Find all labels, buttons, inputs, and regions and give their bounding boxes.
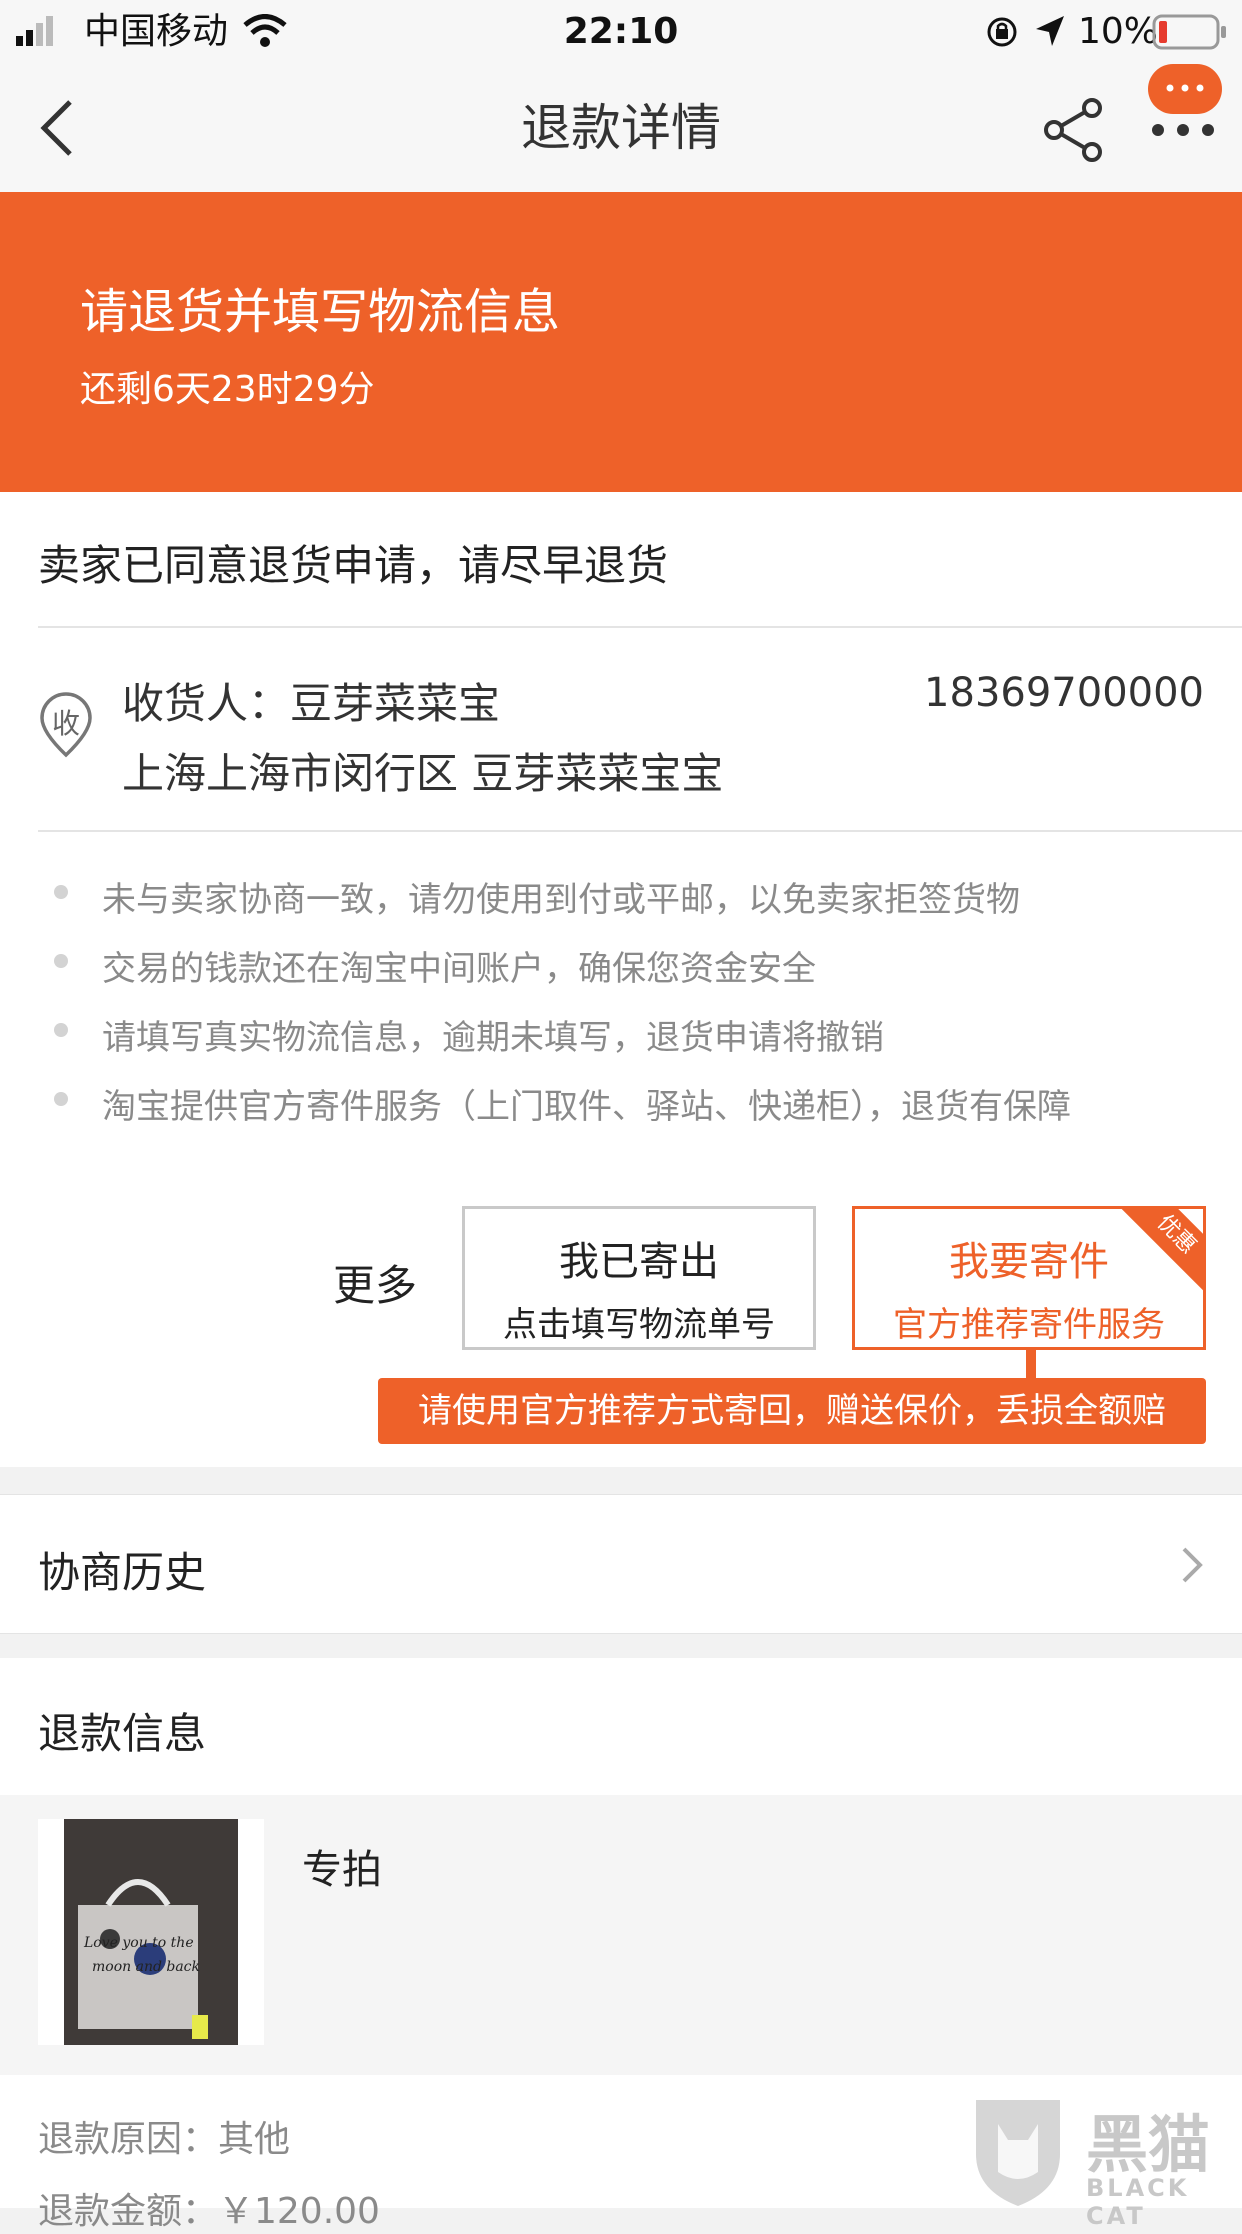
bullet-dot <box>54 885 68 899</box>
watermark-brand-cn: 黑猫 <box>1086 2108 1211 2181</box>
receiver-phone: 18369700000 <box>924 670 1204 716</box>
battery-icon <box>1152 14 1226 50</box>
receiver-name: 收货人：豆芽菜菜宝 <box>122 679 501 728</box>
send-package-subtitle: 官方推荐寄件服务 <box>893 1305 1165 1345</box>
rotation-lock-icon <box>987 17 1017 47</box>
location-arrow-icon <box>1036 16 1064 46</box>
negotiation-history-row[interactable]: 协商历史 <box>0 1494 1242 1634</box>
tip-item: 交易的钱款还在淘宝中间账户，确保您资金安全 <box>102 949 816 989</box>
bullet-dot <box>54 954 68 968</box>
receiver-address: 上海上海市闵行区 豆芽菜菜宝宝 <box>122 749 724 798</box>
watermark-brand-en: BLACK CAT <box>1086 2174 1190 2230</box>
receive-badge: 收 <box>51 707 80 740</box>
product-thumbnail[interactable]: Love you to the moon and back <box>38 1819 264 2045</box>
already-shipped-button[interactable]: 我已寄出 点击填写物流单号 <box>462 1206 816 1350</box>
tip-item: 请填写真实物流信息，逾期未填写，退货申请将撤销 <box>102 1018 884 1058</box>
divider <box>38 830 1242 832</box>
seller-notice: 卖家已同意退货申请，请尽早退货 <box>38 541 669 590</box>
refund-section-title: 退款信息 <box>38 1709 207 1758</box>
refund-reason: 退款原因：其他 <box>38 2119 291 2160</box>
already-shipped-title: 我已寄出 <box>559 1239 719 1285</box>
tip-item: 淘宝提供官方寄件服务（上门取件、驿站、快递柜），退货有保障 <box>102 1087 1071 1127</box>
bullet-dot <box>54 1092 68 1106</box>
history-label: 协商历史 <box>38 1548 207 1597</box>
chevron-right-icon <box>1182 1547 1203 1583</box>
bullet-dot <box>54 1023 68 1037</box>
banner-title: 请退货并填写物流信息 <box>80 284 561 340</box>
already-shipped-subtitle: 点击填写物流单号 <box>503 1305 775 1345</box>
product-name: 专拍 <box>302 1847 382 1893</box>
thumb-caption-line2: moon and back <box>92 1959 200 1975</box>
share-icon[interactable] <box>1042 98 1104 162</box>
thumb-caption-line1: Love you to the <box>83 1935 194 1951</box>
more-dots-icon[interactable] <box>1148 120 1218 140</box>
nav-bar: 退款详情 <box>0 64 1242 193</box>
tip-item: 未与卖家协商一致，请勿使用到付或平邮，以免卖家拒签货物 <box>102 880 1020 920</box>
send-package-button[interactable]: 我要寄件 官方推荐寄件服务 优惠 <box>852 1206 1206 1350</box>
divider <box>38 626 1242 628</box>
product-row[interactable]: Love you to the moon and back 专拍 <box>0 1795 1242 2075</box>
refund-amount: 退款金额：￥120.00 <box>38 2191 380 2232</box>
cat-shield-icon <box>976 2100 1060 2206</box>
watermark-logo: 黑猫 BLACK CAT <box>968 2094 1242 2230</box>
message-bubble-icon[interactable] <box>1148 64 1222 114</box>
status-bar: 中国移动 22:10 10% <box>0 0 1242 64</box>
more-button[interactable]: 更多 <box>333 1252 417 1313</box>
return-card: 卖家已同意退货申请，请尽早退货 收 收货人：豆芽菜菜宝 18369700000 … <box>0 492 1242 1467</box>
countdown-text: 还剩6天23时29分 <box>80 369 375 410</box>
battery-percent: 10% <box>1078 11 1159 52</box>
product-photo: Love you to the moon and back <box>38 1819 264 2045</box>
status-banner: 请退货并填写物流信息 还剩6天23时29分 <box>0 192 1242 492</box>
promo-tooltip: 请使用官方推荐方式寄回，赠送保价，丢损全额赔 <box>378 1378 1206 1444</box>
